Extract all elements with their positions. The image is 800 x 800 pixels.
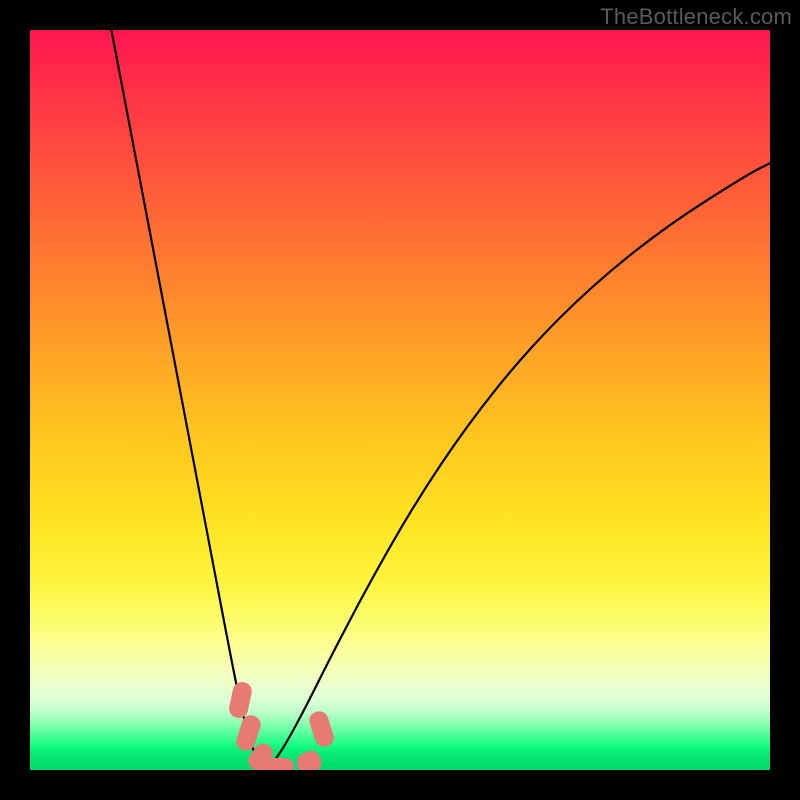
data-marker: [260, 758, 294, 770]
data-marker: [227, 680, 253, 719]
chart-frame: TheBottleneck.com: [0, 0, 800, 800]
plot-area: [30, 30, 770, 770]
watermark-text: TheBottleneck.com: [600, 4, 792, 30]
data-markers: [30, 30, 770, 770]
data-marker: [307, 709, 336, 749]
data-marker: [294, 748, 324, 770]
